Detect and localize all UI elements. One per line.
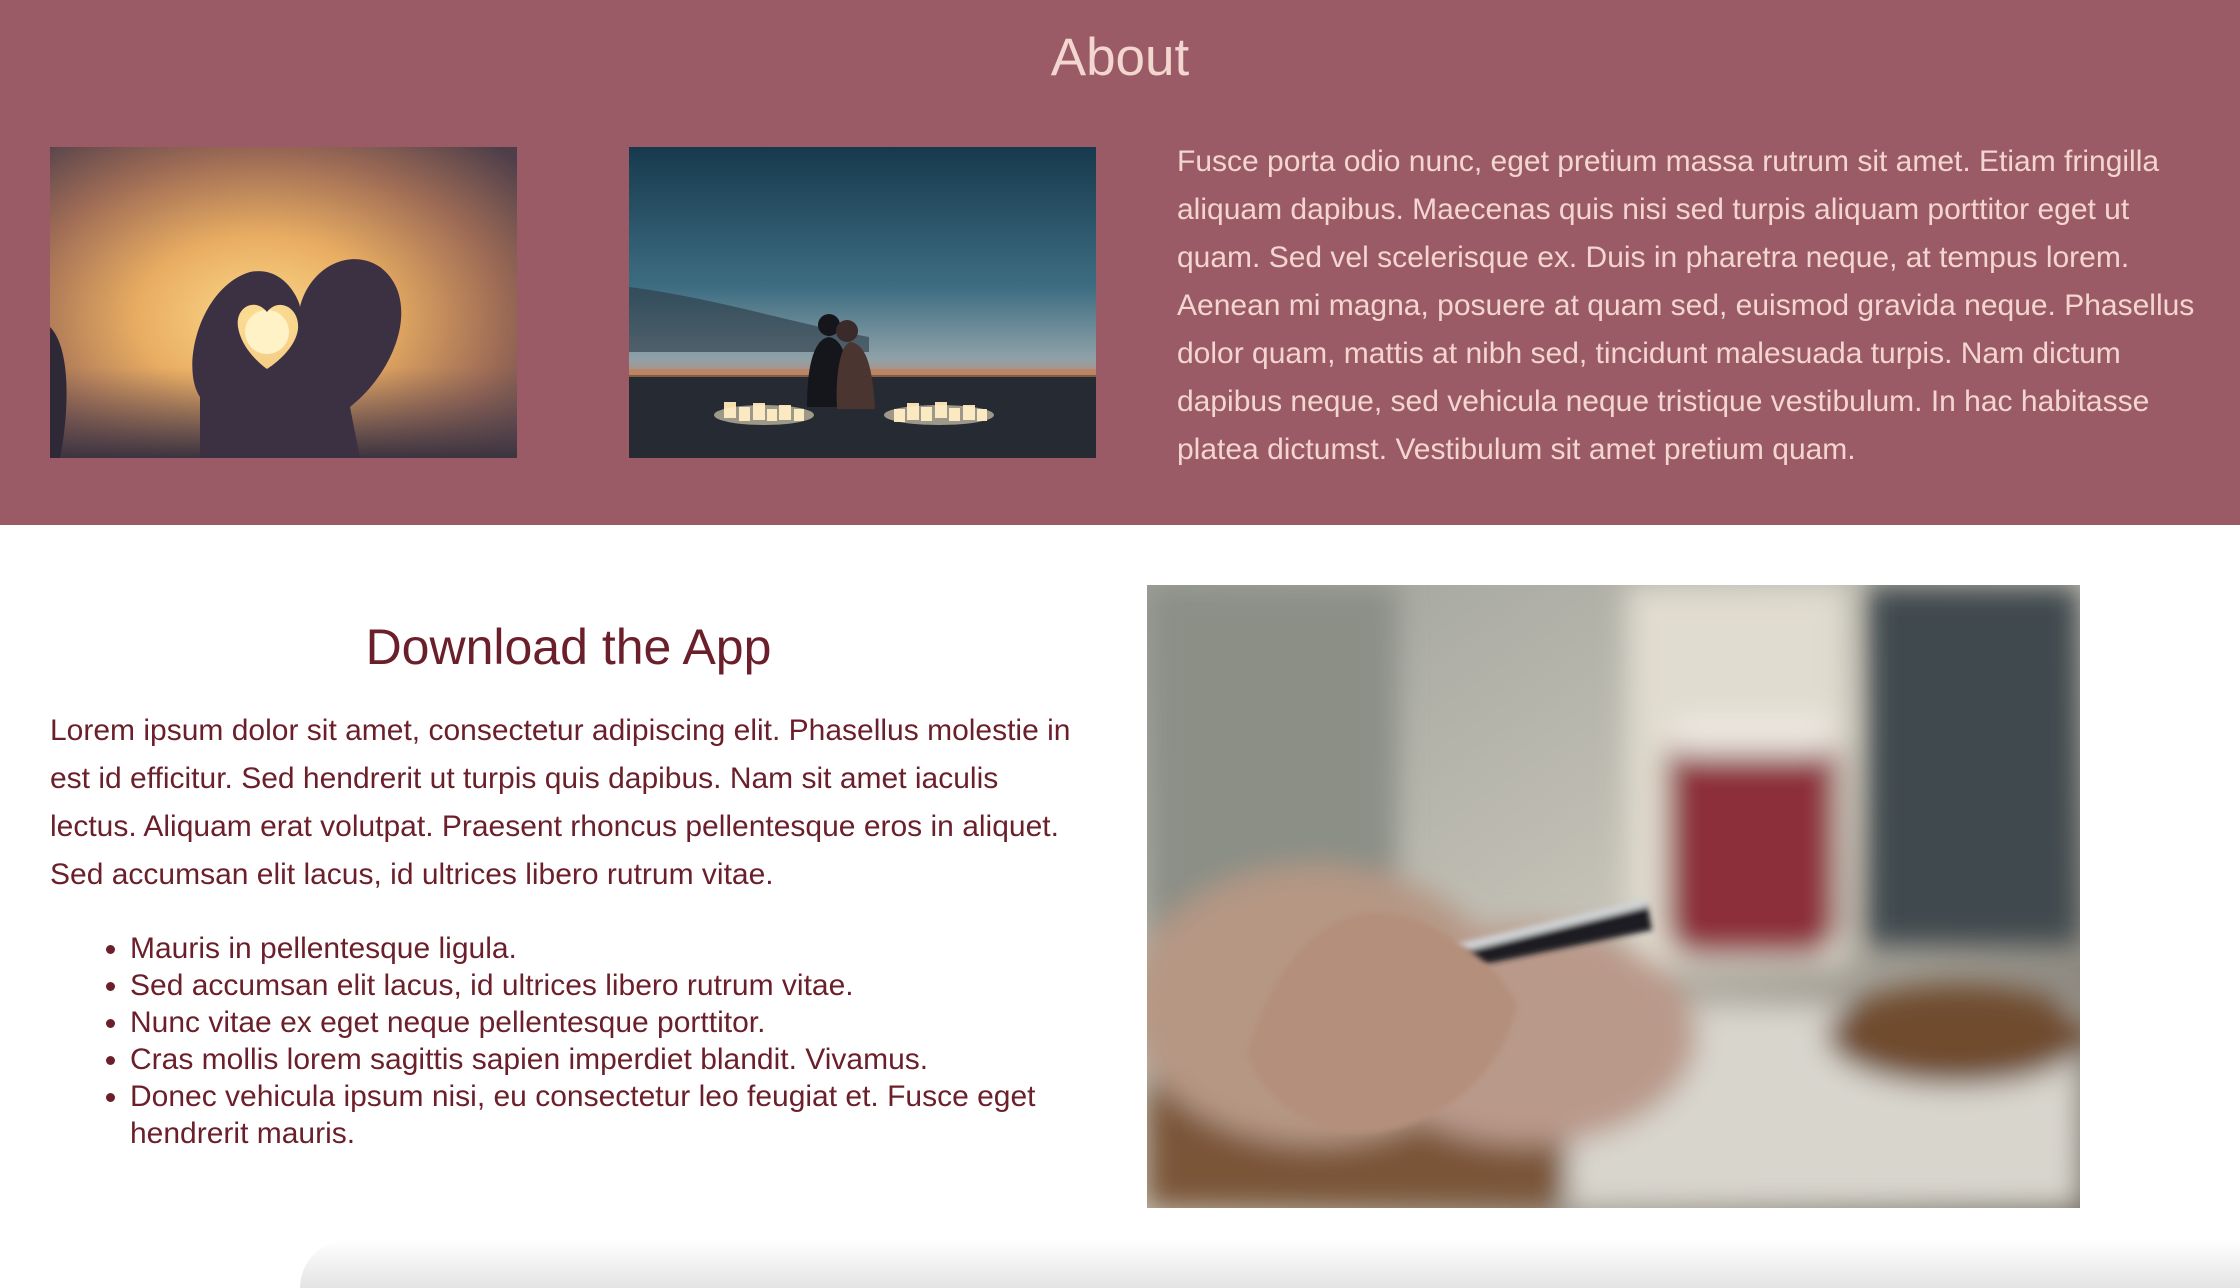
bottom-fade: [300, 1240, 2240, 1288]
download-paragraph: Lorem ipsum dolor sit amet, consectetur …: [50, 714, 1071, 891]
about-paragraph: Fusce porta odio nunc, eget pretium mass…: [1177, 145, 2195, 466]
list-item: Nunc vitae ex eget neque pellentesque po…: [130, 1004, 1090, 1041]
phone-in-hand-photo: [1147, 585, 2080, 1208]
heart-sunset-photo: [50, 147, 517, 458]
download-feature-list: Mauris in pellentesque ligula. Sed accum…: [50, 930, 1090, 1152]
couple-candles-photo: [629, 147, 1096, 458]
list-item: Donec vehicula ipsum nisi, eu consectetu…: [130, 1078, 1090, 1152]
list-item: Mauris in pellentesque ligula.: [130, 930, 1090, 967]
list-item: Cras mollis lorem sagittis sapien imperd…: [130, 1041, 1090, 1078]
about-section: About Fusce porta odio nunc, eget pretiu…: [0, 0, 2240, 525]
about-title: About: [1050, 28, 1190, 87]
list-item: Sed accumsan elit lacus, id ultrices lib…: [130, 967, 1090, 1004]
download-title: Download the App: [365, 619, 772, 675]
